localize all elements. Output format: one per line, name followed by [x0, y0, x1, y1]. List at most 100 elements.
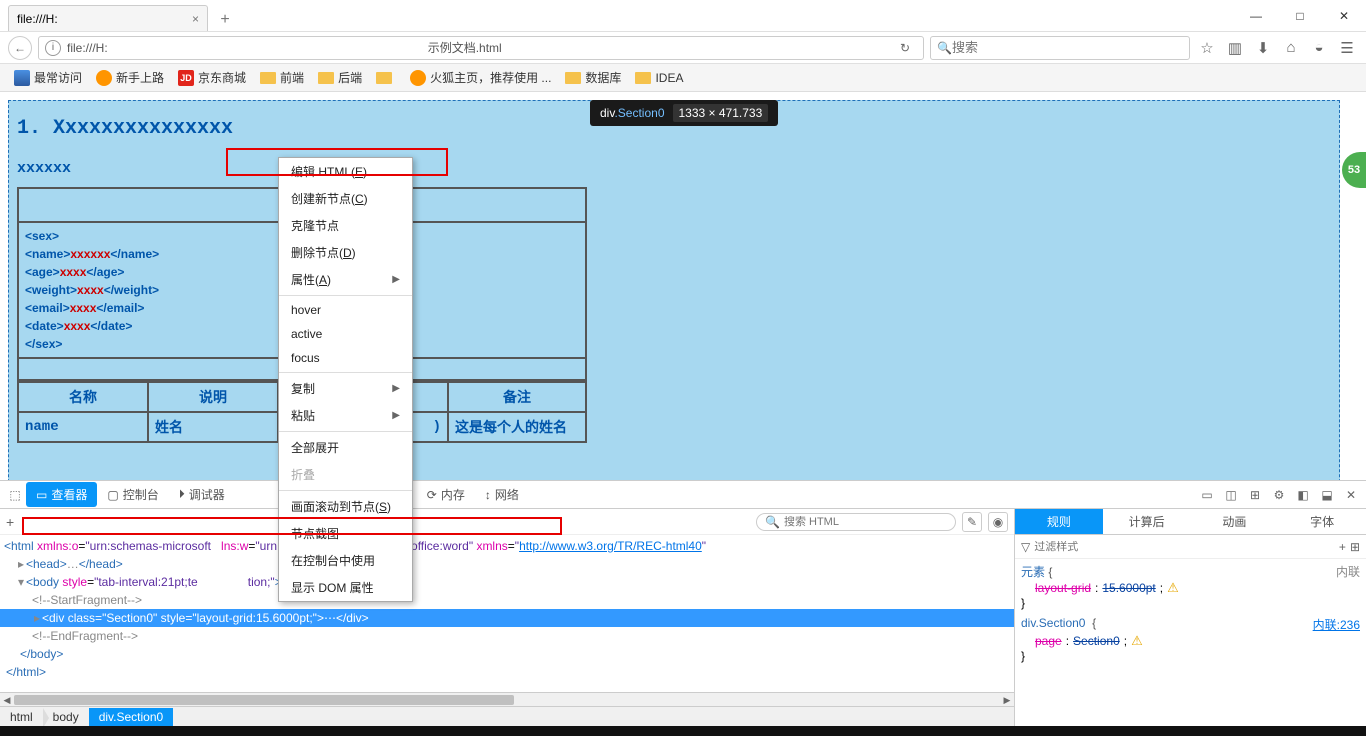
tab-network[interactable]: ↕网络 — [475, 482, 529, 507]
add-node-icon[interactable]: + — [6, 514, 14, 530]
bookmark-item[interactable]: 火狐主页，推荐使用 ... — [404, 67, 557, 88]
css-property[interactable]: page: Section0; ⚠ — [1021, 633, 1360, 649]
tab-rules[interactable]: 规则 — [1015, 509, 1103, 534]
dom-node[interactable]: </html> — [0, 663, 1014, 681]
warning-icon: ⚠ — [1131, 633, 1143, 649]
floating-badge[interactable]: 53 — [1342, 152, 1366, 188]
context-menu-item[interactable]: 复制▶ — [279, 375, 412, 402]
settings-icon[interactable]: ⚙ — [1268, 484, 1290, 506]
dom-node[interactable]: ▾<body style="tab-interval:21pt;te tion;… — [0, 573, 1014, 591]
bookmark-item[interactable]: 数据库 — [559, 67, 627, 88]
minimize-button[interactable]: — — [1234, 1, 1278, 31]
back-button[interactable]: ← — [8, 36, 32, 60]
tab-fonts[interactable]: 字体 — [1278, 509, 1366, 534]
bookmark-item[interactable]: 后端 — [312, 67, 368, 88]
dock-left-icon[interactable]: ◧ — [1292, 484, 1314, 506]
tab-memory[interactable]: ⟳内存 — [417, 482, 475, 507]
tab-close-icon[interactable]: × — [192, 12, 199, 26]
page-viewport: 1. Xxxxxxxxxxxxxxx xxxxxx 示例 <sex><name>… — [0, 92, 1366, 480]
home-icon[interactable]: ⌂ — [1280, 37, 1302, 59]
context-menu-item[interactable]: focus — [279, 346, 412, 370]
breadcrumb-item[interactable]: div.Section0 — [89, 708, 173, 726]
bookmark-item[interactable]: 新手上路 — [90, 67, 170, 88]
search-input[interactable] — [952, 40, 1183, 55]
breadcrumb-item[interactable]: body — [43, 708, 89, 726]
folder-icon — [318, 72, 334, 84]
scrollbar-thumb[interactable] — [14, 695, 514, 705]
edit-icon[interactable]: ✎ — [962, 512, 982, 532]
bookmark-item[interactable]: 最常访问 — [8, 67, 88, 88]
bookmark-item[interactable]: JD京东商城 — [172, 67, 252, 88]
context-menu-item: 折叠 — [279, 461, 412, 488]
dom-node[interactable]: <!--EndFragment--> — [0, 627, 1014, 645]
taskbar — [0, 726, 1366, 736]
context-menu-item[interactable]: 克隆节点 — [279, 212, 412, 239]
context-menu-item[interactable]: 全部展开 — [279, 434, 412, 461]
col-header: 名称 — [18, 382, 148, 412]
context-menu-item[interactable]: hover — [279, 298, 412, 322]
tab-inspector[interactable]: ▭查看器 — [26, 482, 97, 507]
dom-node[interactable]: <!--StartFragment--> — [0, 591, 1014, 609]
site-info-icon[interactable]: i — [45, 40, 61, 56]
dom-node[interactable]: </body> — [0, 645, 1014, 663]
url-field[interactable]: i file:///H:示例文档.html ↻ — [38, 36, 924, 60]
maximize-button[interactable]: □ — [1278, 1, 1322, 31]
rules-filter: ▽ + ⊞ — [1015, 535, 1366, 559]
scroll-left-icon[interactable]: ◀ — [0, 693, 14, 707]
frames-icon[interactable]: ⊞ — [1244, 484, 1266, 506]
search-field[interactable]: 🔍 — [930, 36, 1190, 60]
url-text: file:///H:示例文档.html — [67, 39, 893, 56]
context-menu-item[interactable]: 创建新节点(C) — [279, 185, 412, 212]
bookmark-item[interactable]: IDEA — [629, 69, 689, 87]
breadcrumb-item[interactable]: html — [0, 708, 43, 726]
downloads-icon[interactable]: ⬇ — [1252, 37, 1274, 59]
bookmark-item[interactable]: 前端 — [254, 67, 310, 88]
library-icon[interactable]: ▥ — [1224, 37, 1246, 59]
close-button[interactable]: ✕ — [1322, 1, 1366, 31]
reload-icon[interactable]: ↻ — [893, 41, 917, 55]
split-icon[interactable]: ◫ — [1220, 484, 1242, 506]
tab-computed[interactable]: 计算后 — [1103, 509, 1191, 534]
close-devtools-icon[interactable]: ✕ — [1340, 484, 1362, 506]
css-rules[interactable]: 元素 {内联 layout-grid: 15.6000pt; ⚠ } div.S… — [1015, 559, 1366, 726]
add-rule-icon[interactable]: + — [1339, 540, 1346, 554]
context-menu-item[interactable]: active — [279, 322, 412, 346]
horizontal-scrollbar[interactable]: ◀ ▶ — [0, 692, 1014, 706]
bookmark-star-icon[interactable]: ☆ — [1196, 37, 1218, 59]
context-menu-item[interactable]: 删除节点(D) — [279, 239, 412, 266]
browser-tab[interactable]: file:///H: × — [8, 5, 208, 31]
tab-console[interactable]: ▢控制台 — [97, 482, 168, 507]
context-menu-item[interactable]: 显示 DOM 属性 — [279, 574, 412, 601]
bookmark-item[interactable] — [370, 70, 402, 86]
context-menu-item[interactable]: 节点截图 — [279, 520, 412, 547]
toggle-classes-icon[interactable]: ⊞ — [1350, 540, 1360, 554]
rules-tabs: 规则 计算后 动画 字体 — [1015, 509, 1366, 535]
filter-input[interactable] — [1034, 541, 1335, 553]
scroll-right-icon[interactable]: ▶ — [1000, 693, 1014, 707]
context-menu-item[interactable]: 画面滚动到节点(S) — [279, 493, 412, 520]
dom-node[interactable]: <html xmlns:o="urn:schemas-microsoft lns… — [0, 537, 1014, 555]
tab-debugger[interactable]: ⏵调试器 — [169, 482, 235, 507]
dom-node[interactable]: ▸<head>…</head> — [0, 555, 1014, 573]
inspect-icon[interactable]: ⬚ — [4, 484, 26, 506]
pocket-icon[interactable]: ◒ — [1308, 37, 1330, 59]
eyedropper-icon[interactable]: ◉ — [988, 512, 1008, 532]
css-property[interactable]: layout-grid: 15.6000pt; ⚠ — [1021, 580, 1360, 596]
jd-icon: JD — [178, 70, 194, 86]
tab-animations[interactable]: 动画 — [1191, 509, 1279, 534]
firefox-icon — [410, 70, 426, 86]
menu-icon[interactable]: ☰ — [1336, 37, 1358, 59]
new-tab-button[interactable]: + — [212, 9, 238, 31]
html-search[interactable]: 🔍 — [756, 513, 956, 531]
search-icon: 🔍 — [765, 515, 780, 529]
html-search-input[interactable] — [784, 516, 947, 528]
dom-tree[interactable]: <html xmlns:o="urn:schemas-microsoft lns… — [0, 535, 1014, 692]
context-menu-item[interactable]: 在控制台中使用 — [279, 547, 412, 574]
context-menu-item[interactable]: 粘贴▶ — [279, 402, 412, 429]
dom-node-selected[interactable]: ▸<div class="Section0" style="layout-gri… — [0, 609, 1014, 627]
dock-bottom-icon[interactable]: ⬓ — [1316, 484, 1338, 506]
context-menu-item[interactable]: 属性(A)▶ — [279, 266, 412, 293]
bookmark-icon — [14, 70, 30, 86]
responsive-icon[interactable]: ▭ — [1196, 484, 1218, 506]
context-menu-item[interactable]: 编辑 HTML(E) — [279, 158, 412, 185]
